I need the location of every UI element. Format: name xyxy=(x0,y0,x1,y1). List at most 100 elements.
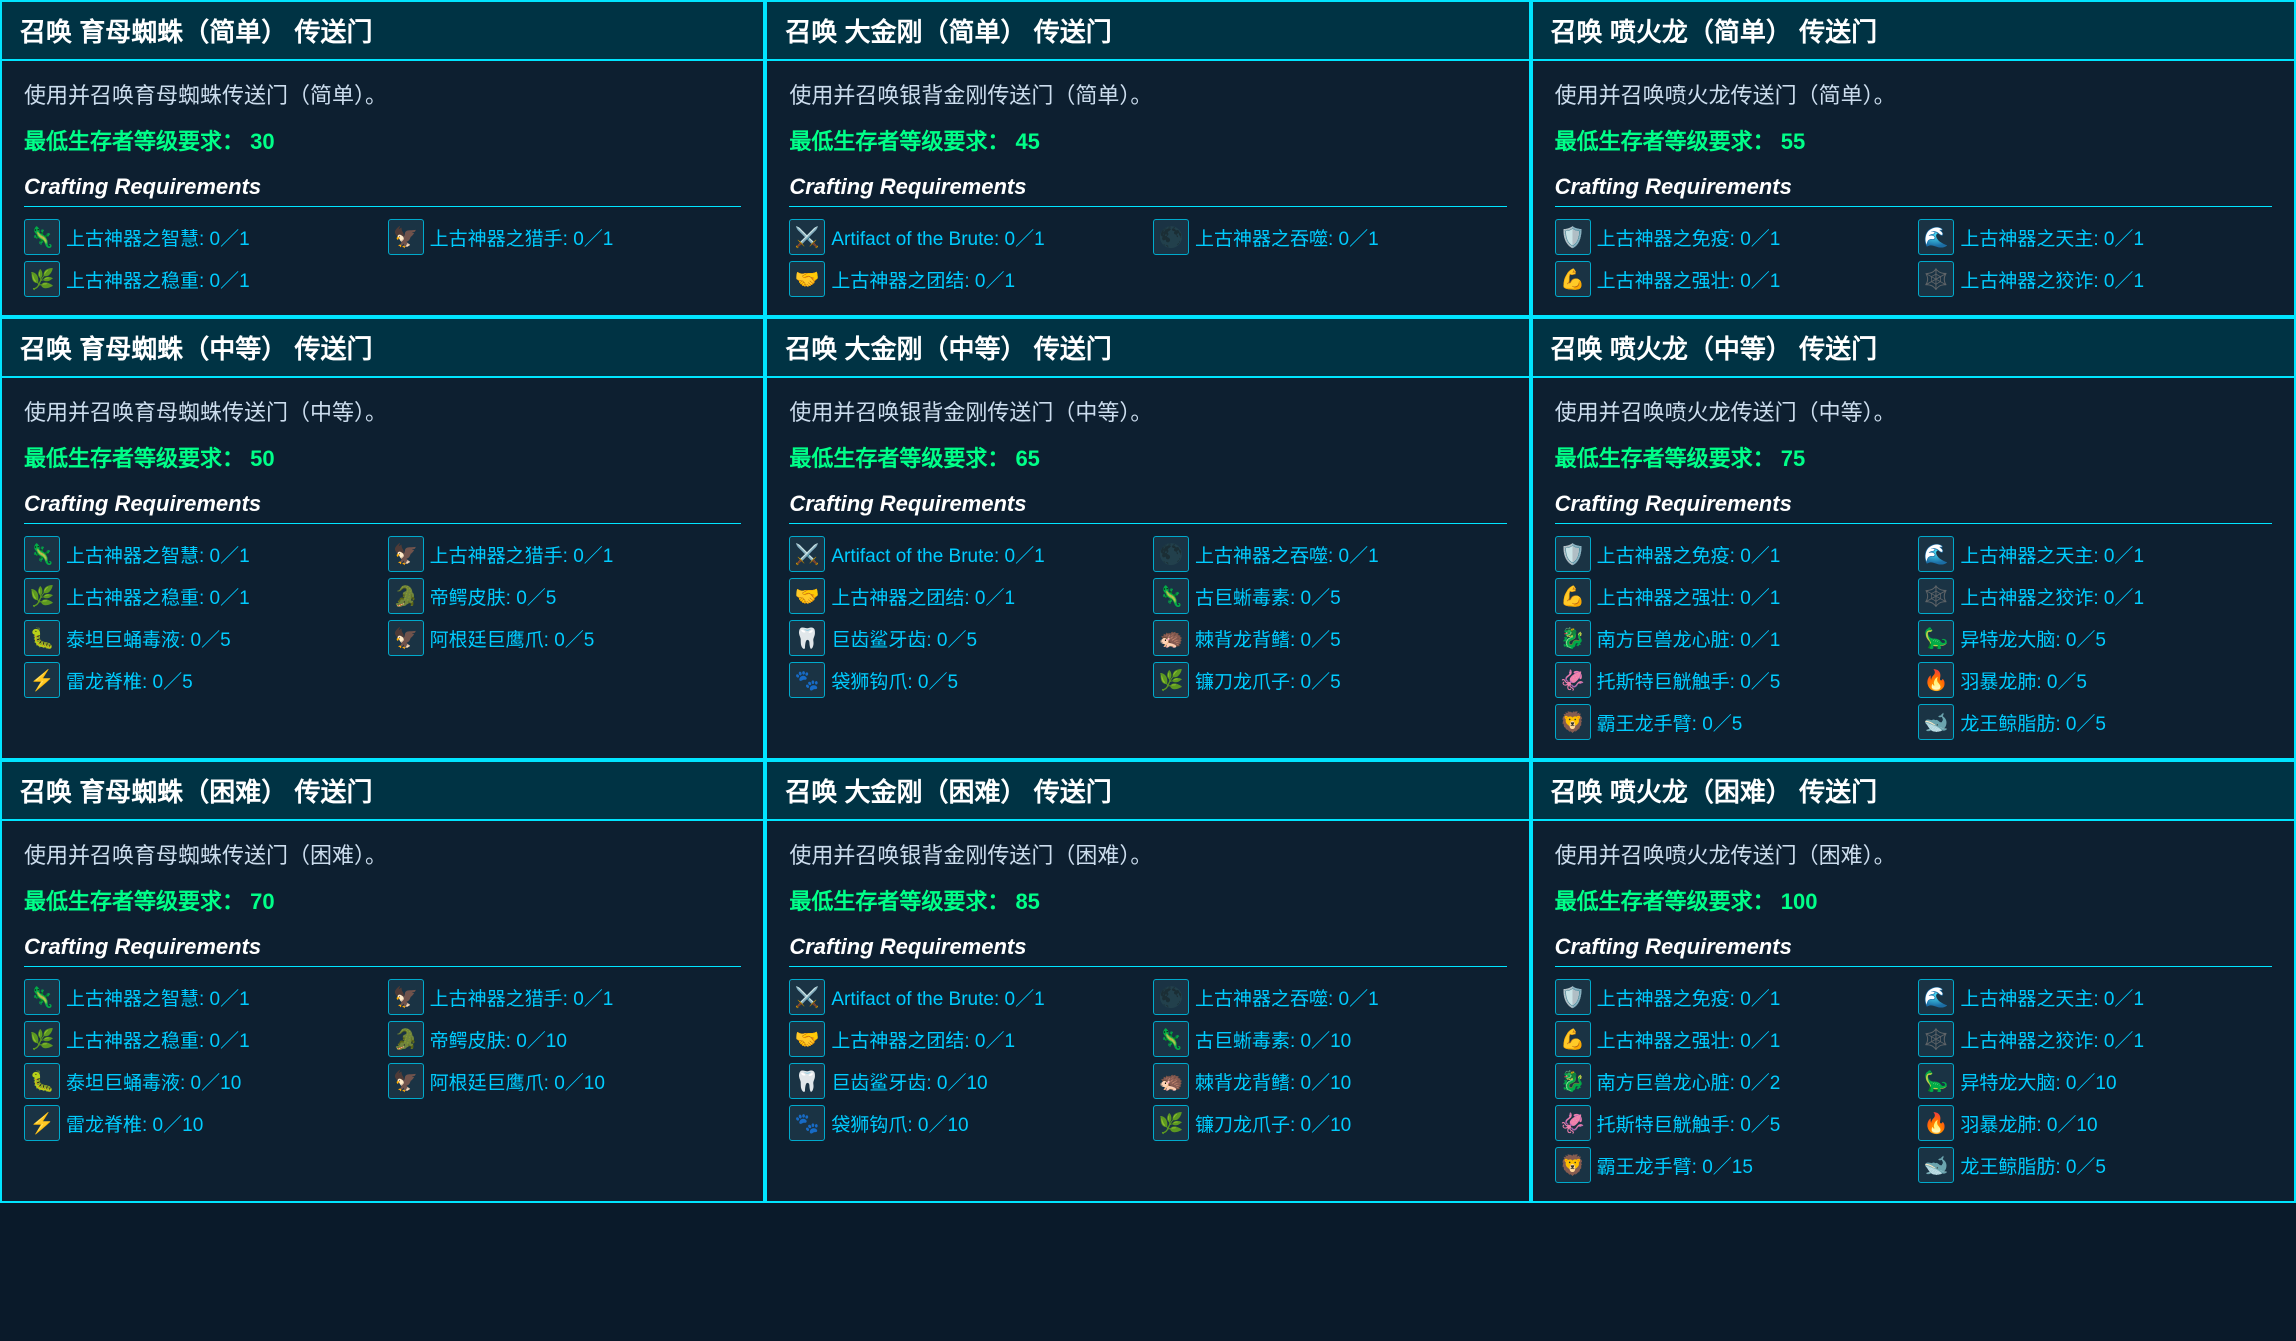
requirements-grid-spider-medium: 🦎上古神器之智慧: 0／1🦅上古神器之猎手: 0／1🌿上古神器之稳重: 0／1🐊… xyxy=(24,536,741,698)
req-text-dragon-hard-7: 羽暴龙肺: 0／10 xyxy=(1960,1110,2097,1137)
req-icon-gorilla-hard-2: 🤝 xyxy=(789,1021,825,1057)
req-icon-gorilla-medium-7: 🌿 xyxy=(1153,662,1189,698)
req-icon-dragon-easy-3: 🕸️ xyxy=(1918,261,1954,297)
req-item-spider-hard-2: 🌿上古神器之稳重: 0／1 xyxy=(24,1021,378,1057)
card-spider-medium: 召唤 育母蜘蛛（中等） 传送门使用并召唤育母蜘蛛传送门（中等）。最低生存者等级要… xyxy=(0,317,765,760)
req-text-dragon-medium-9: 龙王鲸脂肪: 0／5 xyxy=(1960,709,2106,736)
req-text-dragon-easy-0: 上古神器之免疫: 0／1 xyxy=(1597,224,1781,251)
req-item-spider-medium-6: ⚡雷龙脊椎: 0／5 xyxy=(24,662,378,698)
crafting-title-gorilla-hard: Crafting Requirements xyxy=(789,934,1506,967)
requirements-grid-dragon-easy: 🛡️上古神器之免疫: 0／1🌊上古神器之天主: 0／1💪上古神器之强壮: 0／1… xyxy=(1555,219,2272,297)
req-text-spider-easy-2: 上古神器之稳重: 0／1 xyxy=(66,266,250,293)
req-item-dragon-hard-2: 💪上古神器之强壮: 0／1 xyxy=(1555,1021,1909,1057)
req-item-gorilla-medium-0: ⚔️Artifact of the Brute: 0／1 xyxy=(789,536,1143,572)
req-icon-dragon-medium-7: 🔥 xyxy=(1918,662,1954,698)
req-item-spider-hard-5: 🦅阿根廷巨鹰爪: 0／10 xyxy=(388,1063,742,1099)
req-icon-gorilla-medium-6: 🐾 xyxy=(789,662,825,698)
req-text-dragon-hard-6: 托斯特巨觥触手: 0／5 xyxy=(1597,1110,1781,1137)
req-item-gorilla-medium-7: 🌿镰刀龙爪子: 0／5 xyxy=(1153,662,1507,698)
description-gorilla-medium: 使用并召唤银背金刚传送门（中等）。 xyxy=(789,396,1506,429)
req-icon-gorilla-easy-2: 🤝 xyxy=(789,261,825,297)
description-gorilla-hard: 使用并召唤银背金刚传送门（困难）。 xyxy=(789,839,1506,872)
req-text-dragon-hard-0: 上古神器之免疫: 0／1 xyxy=(1597,984,1781,1011)
req-text-dragon-medium-3: 上古神器之狡诈: 0／1 xyxy=(1960,583,2144,610)
req-item-gorilla-easy-2: 🤝上古神器之团结: 0／1 xyxy=(789,261,1143,297)
req-item-dragon-hard-9: 🐋龙王鲸脂肪: 0／5 xyxy=(1918,1147,2272,1183)
req-icon-gorilla-hard-0: ⚔️ xyxy=(789,979,825,1015)
card-gorilla-hard: 召唤 大金刚（困难） 传送门使用并召唤银背金刚传送门（困难）。最低生存者等级要求… xyxy=(765,760,1530,1203)
crafting-title-gorilla-easy: Crafting Requirements xyxy=(789,174,1506,207)
req-text-spider-hard-2: 上古神器之稳重: 0／1 xyxy=(66,1026,250,1053)
level-req-dragon-medium: 最低生存者等级要求： 75 xyxy=(1555,441,2272,473)
req-text-spider-medium-1: 上古神器之猎手: 0／1 xyxy=(430,541,614,568)
req-text-spider-medium-4: 泰坦巨蛹毒液: 0／5 xyxy=(66,625,231,652)
crafting-title-spider-medium: Crafting Requirements xyxy=(24,491,741,524)
req-icon-dragon-medium-6: 🦑 xyxy=(1555,662,1591,698)
card-spider-easy: 召唤 育母蜘蛛（简单） 传送门使用并召唤育母蜘蛛传送门（简单）。最低生存者等级要… xyxy=(0,0,765,317)
requirements-grid-dragon-medium: 🛡️上古神器之免疫: 0／1🌊上古神器之天主: 0／1💪上古神器之强壮: 0／1… xyxy=(1555,536,2272,740)
req-text-gorilla-hard-5: 棘背龙背鳍: 0／10 xyxy=(1195,1068,1351,1095)
req-icon-spider-easy-2: 🌿 xyxy=(24,261,60,297)
req-icon-gorilla-medium-4: 🦷 xyxy=(789,620,825,656)
req-text-gorilla-medium-3: 古巨蜥毒素: 0／5 xyxy=(1195,583,1341,610)
req-icon-dragon-hard-8: 🦁 xyxy=(1555,1147,1591,1183)
req-text-dragon-medium-8: 霸王龙手臂: 0／5 xyxy=(1597,709,1743,736)
crafting-title-spider-hard: Crafting Requirements xyxy=(24,934,741,967)
req-text-spider-easy-0: 上古神器之智慧: 0／1 xyxy=(66,224,250,251)
req-item-dragon-easy-0: 🛡️上古神器之免疫: 0／1 xyxy=(1555,219,1909,255)
req-item-dragon-medium-0: 🛡️上古神器之免疫: 0／1 xyxy=(1555,536,1909,572)
req-text-dragon-easy-3: 上古神器之狡诈: 0／1 xyxy=(1960,266,2144,293)
crafting-title-gorilla-medium: Crafting Requirements xyxy=(789,491,1506,524)
req-text-spider-medium-0: 上古神器之智慧: 0／1 xyxy=(66,541,250,568)
req-item-spider-hard-6: ⚡雷龙脊椎: 0／10 xyxy=(24,1105,378,1141)
req-text-dragon-easy-2: 上古神器之强壮: 0／1 xyxy=(1597,266,1781,293)
req-icon-spider-hard-2: 🌿 xyxy=(24,1021,60,1057)
req-item-dragon-hard-4: 🐉南方巨兽龙心脏: 0／2 xyxy=(1555,1063,1909,1099)
description-spider-medium: 使用并召唤育母蜘蛛传送门（中等）。 xyxy=(24,396,741,429)
req-icon-dragon-hard-3: 🕸️ xyxy=(1918,1021,1954,1057)
req-item-dragon-medium-2: 💪上古神器之强壮: 0／1 xyxy=(1555,578,1909,614)
req-text-gorilla-medium-1: 上古神器之吞噬: 0／1 xyxy=(1195,541,1379,568)
description-dragon-hard: 使用并召唤喷火龙传送门（困难）。 xyxy=(1555,839,2272,872)
req-icon-dragon-easy-2: 💪 xyxy=(1555,261,1591,297)
crafting-title-dragon-easy: Crafting Requirements xyxy=(1555,174,2272,207)
requirements-grid-gorilla-hard: ⚔️Artifact of the Brute: 0／1🌑上古神器之吞噬: 0／… xyxy=(789,979,1506,1141)
req-item-dragon-hard-1: 🌊上古神器之天主: 0／1 xyxy=(1918,979,2272,1015)
req-item-dragon-medium-8: 🦁霸王龙手臂: 0／5 xyxy=(1555,704,1909,740)
req-text-gorilla-hard-3: 古巨蜥毒素: 0／10 xyxy=(1195,1026,1351,1053)
req-item-dragon-hard-8: 🦁霸王龙手臂: 0／15 xyxy=(1555,1147,1909,1183)
req-icon-dragon-hard-0: 🛡️ xyxy=(1555,979,1591,1015)
req-item-dragon-medium-5: 🦕异特龙大脑: 0／5 xyxy=(1918,620,2272,656)
card-header-gorilla-hard: 召唤 大金刚（困难） 传送门 xyxy=(767,762,1528,821)
req-text-gorilla-medium-4: 巨齿鲨牙齿: 0／5 xyxy=(831,625,977,652)
req-text-dragon-medium-2: 上古神器之强壮: 0／1 xyxy=(1597,583,1781,610)
req-text-dragon-hard-5: 异特龙大脑: 0／10 xyxy=(1960,1068,2116,1095)
req-icon-gorilla-medium-5: 🦔 xyxy=(1153,620,1189,656)
req-icon-dragon-medium-2: 💪 xyxy=(1555,578,1591,614)
req-text-spider-medium-5: 阿根廷巨鹰爪: 0／5 xyxy=(430,625,595,652)
req-text-gorilla-hard-0: Artifact of the Brute: 0／1 xyxy=(831,984,1044,1011)
req-item-dragon-medium-9: 🐋龙王鲸脂肪: 0／5 xyxy=(1918,704,2272,740)
req-item-gorilla-medium-6: 🐾袋狮钩爪: 0／5 xyxy=(789,662,1143,698)
req-text-dragon-hard-4: 南方巨兽龙心脏: 0／2 xyxy=(1597,1068,1781,1095)
req-item-dragon-hard-7: 🔥羽暴龙肺: 0／10 xyxy=(1918,1105,2272,1141)
req-item-gorilla-hard-0: ⚔️Artifact of the Brute: 0／1 xyxy=(789,979,1143,1015)
card-dragon-medium: 召唤 喷火龙（中等） 传送门使用并召唤喷火龙传送门（中等）。最低生存者等级要求：… xyxy=(1531,317,2296,760)
level-req-gorilla-medium: 最低生存者等级要求： 65 xyxy=(789,441,1506,473)
req-text-gorilla-easy-2: 上古神器之团结: 0／1 xyxy=(831,266,1015,293)
req-text-dragon-medium-7: 羽暴龙肺: 0／5 xyxy=(1960,667,2087,694)
req-text-spider-hard-5: 阿根廷巨鹰爪: 0／10 xyxy=(430,1068,605,1095)
req-icon-spider-medium-4: 🐛 xyxy=(24,620,60,656)
req-item-gorilla-hard-3: 🦎古巨蜥毒素: 0／10 xyxy=(1153,1021,1507,1057)
card-gorilla-easy: 召唤 大金刚（简单） 传送门使用并召唤银背金刚传送门（简单）。最低生存者等级要求… xyxy=(765,0,1530,317)
req-icon-spider-easy-1: 🦅 xyxy=(388,219,424,255)
level-req-dragon-hard: 最低生存者等级要求： 100 xyxy=(1555,884,2272,916)
requirements-grid-gorilla-medium: ⚔️Artifact of the Brute: 0／1🌑上古神器之吞噬: 0／… xyxy=(789,536,1506,698)
req-icon-dragon-hard-1: 🌊 xyxy=(1918,979,1954,1015)
req-text-spider-easy-1: 上古神器之猎手: 0／1 xyxy=(430,224,614,251)
req-icon-spider-easy-0: 🦎 xyxy=(24,219,60,255)
req-item-dragon-medium-3: 🕸️上古神器之狡诈: 0／1 xyxy=(1918,578,2272,614)
req-item-gorilla-hard-6: 🐾袋狮钩爪: 0／10 xyxy=(789,1105,1143,1141)
level-req-spider-medium: 最低生存者等级要求： 50 xyxy=(24,441,741,473)
req-icon-dragon-hard-9: 🐋 xyxy=(1918,1147,1954,1183)
